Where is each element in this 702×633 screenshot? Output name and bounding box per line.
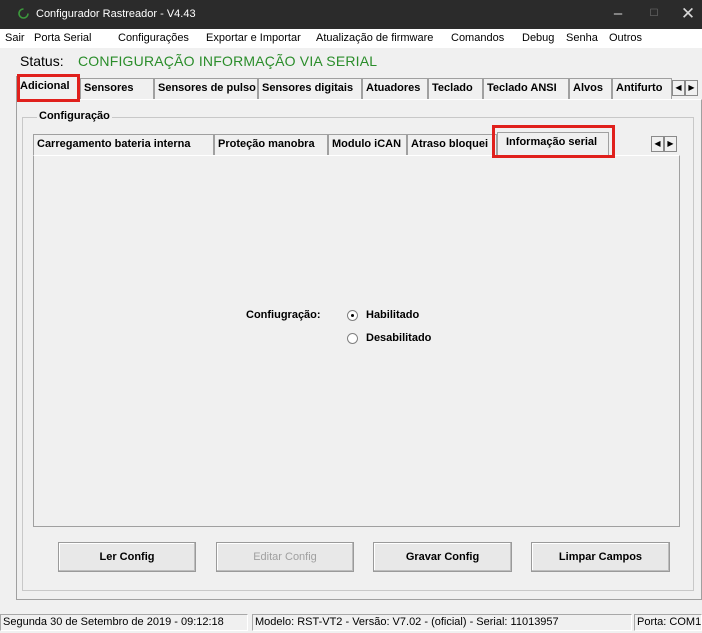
menu-atualizacao-firmware[interactable]: Atualização de firmware (316, 32, 433, 44)
save-config-button[interactable]: Gravar Config (373, 542, 512, 572)
maximize-icon[interactable]: ☐ (636, 3, 672, 25)
menu-configuracoes[interactable]: Configurações (118, 32, 189, 44)
tab-sensores-digitais[interactable]: Sensores digitais (258, 78, 362, 99)
tab-adicional[interactable]: Adicional (16, 76, 80, 100)
tab-protecao-manobra[interactable]: Proteção manobra (214, 134, 328, 155)
radio-label: Desabilitado (366, 332, 432, 344)
tab-alvos[interactable]: Alvos (569, 78, 612, 99)
tab-carregamento-bateria[interactable]: Carregamento bateria interna (33, 134, 214, 155)
menu-comandos[interactable]: Comandos (451, 32, 504, 44)
tab-teclado[interactable]: Teclado (428, 78, 483, 99)
scroll-left-icon[interactable]: ◀ (651, 136, 664, 152)
menu-outros[interactable]: Outros (609, 32, 642, 44)
menu-debug[interactable]: Debug (522, 32, 554, 44)
window-title: Configurador Rastreador - V4.43 (36, 8, 196, 20)
tab-teclado-ansi[interactable]: Teclado ANSI (483, 78, 569, 99)
radio-unchecked-icon[interactable] (347, 332, 358, 344)
minimize-icon[interactable]: – (600, 3, 636, 25)
groupbox-label: Configuração (37, 110, 112, 122)
radio-label: Habilitado (366, 309, 420, 321)
tab-atuadores[interactable]: Atuadores (362, 78, 428, 99)
status-label: Status: (20, 53, 64, 69)
edit-config-button[interactable]: Editar Config (216, 542, 354, 572)
read-config-button[interactable]: Ler Config (58, 542, 196, 572)
status-bar: Segunda 30 de Setembro de 2019 - 09:12:1… (0, 612, 702, 633)
menu-senha[interactable]: Senha (566, 32, 598, 44)
radio-checked-icon[interactable] (347, 309, 358, 321)
scroll-right-icon[interactable]: ▶ (685, 80, 698, 96)
clear-fields-button[interactable]: Limpar Campos (531, 542, 670, 572)
scroll-right-icon[interactable]: ▶ (664, 136, 677, 152)
status-value: CONFIGURAÇÃO INFORMAÇÃO VIA SERIAL (78, 53, 378, 69)
tab-modulo-ican[interactable]: Modulo iCAN (328, 134, 407, 155)
scroll-left-icon[interactable]: ◀ (672, 80, 685, 96)
inner-tab-scroll: ◀ ▶ (651, 136, 677, 152)
menu-porta-serial[interactable]: Porta Serial (34, 32, 91, 44)
radio-habilitado[interactable]: Habilitado (347, 309, 419, 321)
tab-sensores[interactable]: Sensores (80, 78, 154, 99)
tab-atraso-bloqueio[interactable]: Atraso bloquei (407, 134, 497, 155)
status-port: Porta: COM1 (634, 614, 702, 631)
main-tab-scroll: ◀ ▶ (672, 80, 698, 96)
inner-tab-strip: Carregamento bateria interna Proteção ma… (33, 132, 693, 156)
app-icon (18, 8, 29, 19)
status-datetime: Segunda 30 de Setembro de 2019 - 09:12:1… (0, 614, 248, 631)
radio-desabilitado[interactable]: Desabilitado (347, 332, 431, 344)
main-tab-strip: Adicional Sensores Sensores de pulso Sen… (16, 76, 702, 100)
tab-antifurto[interactable]: Antifurto (612, 78, 672, 99)
menu-bar: Sair Porta Serial Configurações Exportar… (0, 29, 702, 48)
status-model: Modelo: RST-VT2 - Versão: V7.02 - (ofici… (252, 614, 632, 631)
close-icon[interactable]: ✕ (670, 3, 702, 25)
title-bar: Configurador Rastreador - V4.43 – ☐ ✕ (0, 0, 702, 29)
menu-exportar-importar[interactable]: Exportar e Importar (206, 32, 301, 44)
menu-sair[interactable]: Sair (5, 32, 25, 44)
config-label: Confiugração: (246, 309, 321, 321)
tab-sensores-pulso[interactable]: Sensores de pulso (154, 78, 258, 99)
tab-informacao-serial[interactable]: Informação serial (497, 132, 609, 156)
